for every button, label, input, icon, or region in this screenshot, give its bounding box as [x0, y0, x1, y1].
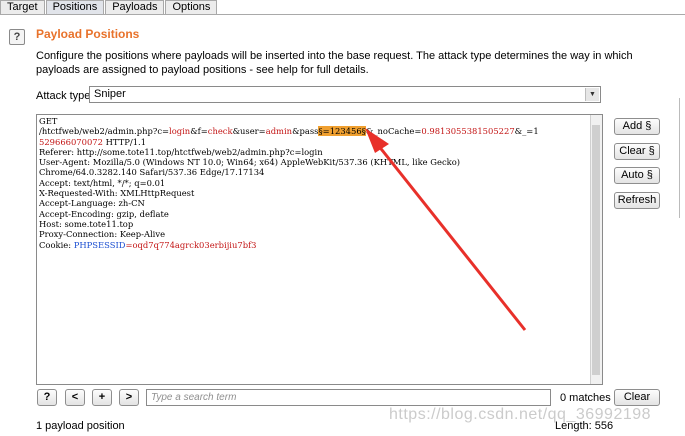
annotation-arrow-icon: [365, 128, 527, 331]
